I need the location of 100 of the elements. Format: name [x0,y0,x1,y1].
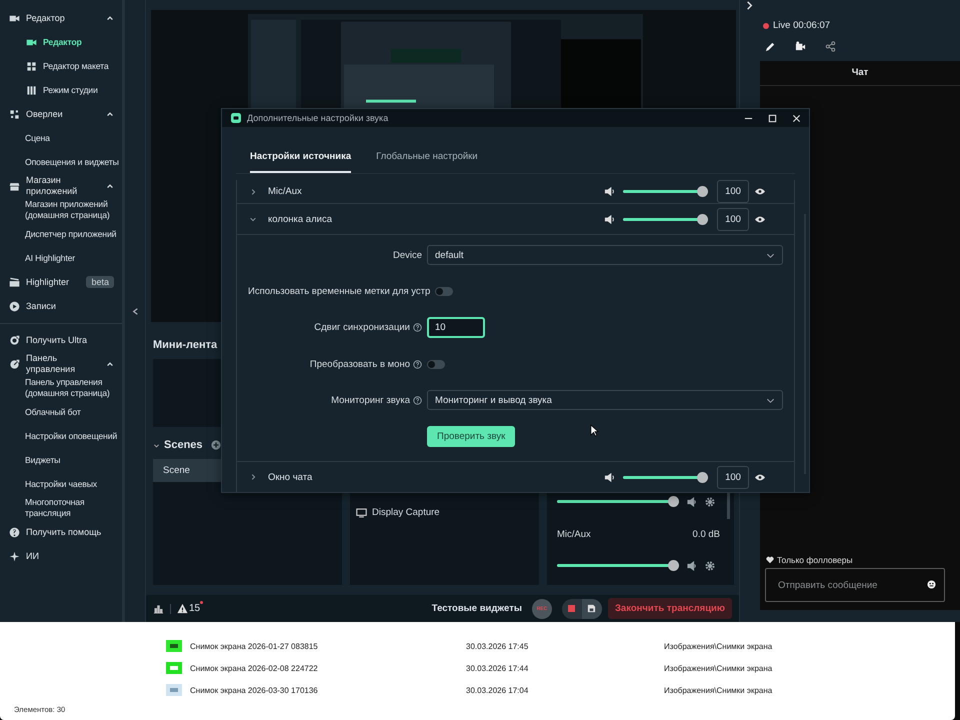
chevron-icon[interactable] [153,442,160,448]
tab[interactable]: Настройки источника [250,149,352,173]
stats-icon[interactable] [153,603,164,614]
help-icon[interactable] [413,396,422,404]
help-icon[interactable] [413,323,422,332]
save-icon [587,604,596,613]
sidebar-item[interactable]: Получить Ultra [9,334,114,346]
add-icon[interactable] [210,440,221,450]
file-name[interactable]: Снимок экрана 2026-01-27 083815 [190,642,466,650]
sidebar-item[interactable]: AI Highlighter [0,246,122,270]
sidebar-item[interactable]: Панель управления [9,353,106,375]
sidebar-item[interactable]: Виджеты [0,448,122,472]
collapse-icon[interactable] [130,306,140,316]
sidebar-item[interactable]: Записи [9,300,114,312]
sidebar-item[interactable]: Панель управления (домашняя страница) [0,376,122,400]
sidebar-item[interactable]: Магазин приложений [9,175,106,197]
eye-icon[interactable] [755,216,765,222]
close-icon[interactable] [792,114,801,122]
sidebar-item[interactable]: Получить помощь [9,526,114,538]
volume-field[interactable]: 100 [717,208,749,230]
speaker-icon[interactable] [604,472,615,482]
emoji-icon[interactable] [927,580,936,589]
cursor-icon [590,424,599,437]
grid-icon [26,60,37,72]
image-thumbnail-icon [166,684,182,696]
save-button[interactable] [582,598,602,618]
volume-slider[interactable] [557,560,679,571]
sidebar-item[interactable]: Режим студии [0,78,122,102]
chevron-icon[interactable] [106,110,114,118]
file-date: 30.03.2026 17:44 [466,664,530,672]
panel-title: Scenes [164,439,203,451]
file-name[interactable]: Снимок экрана 2026-03-30 170136 [190,686,466,694]
eye-icon[interactable] [755,188,765,195]
maximize-icon[interactable] [768,114,777,122]
file-name[interactable]: Снимок экрана 2026-02-08 224722 [190,664,466,672]
settings-icon[interactable] [705,496,715,506]
sidebar-item[interactable]: Оповещения и виджеты [0,150,122,174]
chevron-icon[interactable] [249,215,257,223]
volume-slider[interactable] [623,214,708,224]
toggle-switch[interactable] [427,360,445,368]
toggle-switch[interactable] [435,286,454,296]
channel-reading: 0.0 dB [692,529,720,540]
volume-field[interactable]: 100 [717,466,749,488]
expand-icon[interactable] [745,1,754,10]
settings-icon[interactable] [705,560,715,570]
window-title: Дополнительные настройки звука [247,113,388,123]
chevron-icon[interactable] [249,473,257,481]
sidebar-item[interactable]: Облачный бот [0,400,122,424]
volume-field[interactable]: 100 [717,180,749,203]
tab[interactable]: Глобальные настройки [376,149,478,173]
dropdown[interactable]: Мониторинг и вывод звука [427,390,783,410]
input-field[interactable]: 10 [427,317,485,338]
chevron-icon[interactable] [106,182,114,190]
sidebar-item[interactable]: Настройки оповещений [0,424,122,448]
sidebar-item[interactable]: Настройки чаевых [0,472,122,496]
share-icon[interactable] [825,41,836,52]
chevron-icon[interactable] [106,360,114,368]
app-logo-icon [231,113,241,123]
chevron-icon[interactable] [249,188,257,196]
speaker-icon[interactable] [604,214,615,224]
help-icon[interactable] [413,360,422,368]
file-path: Изображения\Снимки экрана [664,642,774,650]
channel-name: Mic/Aux [557,529,591,540]
live-dot-icon [763,22,769,28]
chevron-icon[interactable] [106,14,114,22]
dropdown[interactable]: default [427,245,783,265]
speaker-icon[interactable] [687,560,697,570]
end-stream-button[interactable]: Закончить трансляцию [608,598,732,619]
pencil-icon[interactable] [765,41,776,52]
speaker-icon[interactable] [687,496,697,506]
sidebar-item[interactable]: Диспетчер приложений [0,222,122,246]
test-sound-button[interactable]: Проверить звук [427,426,516,447]
warning-icon[interactable] [177,603,188,614]
sidebar-item[interactable]: Редактор [0,30,122,54]
camera-icon[interactable] [795,41,806,52]
volume-slider[interactable] [623,186,708,197]
sidebar-item[interactable]: Редактор макета [0,54,122,78]
field-label: Device [392,250,422,260]
eye-icon[interactable] [755,474,765,480]
volume-slider[interactable] [623,472,708,482]
sidebar-item[interactable]: Редактор [9,12,106,24]
sidebar-item[interactable]: Highlighter [9,276,82,288]
chat-title: Чат [760,61,960,86]
volume-slider[interactable] [557,496,679,507]
sidebar-item[interactable]: Многопоточная трансляция [0,496,122,520]
message-field[interactable]: Отправить сообщение [765,568,945,602]
warning-count: 15 [189,603,200,614]
sidebar-item[interactable]: Оверлеи [9,108,106,120]
heart-icon [766,556,774,564]
sidebar-item[interactable]: ИИ [9,550,114,562]
sidebar-item[interactable]: Сцена [0,126,122,150]
source-item[interactable]: Display Capture [372,507,440,518]
source-name: Mic/Aux [268,186,302,197]
ring-icon [9,334,20,346]
sidebar-item[interactable]: Магазин приложений (домашняя страница) [0,198,122,222]
panel-title: Мини-лента [153,339,218,351]
image-thumbnail-icon [166,662,182,674]
test-widgets-label[interactable]: Тестовые виджеты [432,603,522,614]
speaker-icon[interactable] [604,186,615,197]
beta-badge: beta [86,276,114,288]
